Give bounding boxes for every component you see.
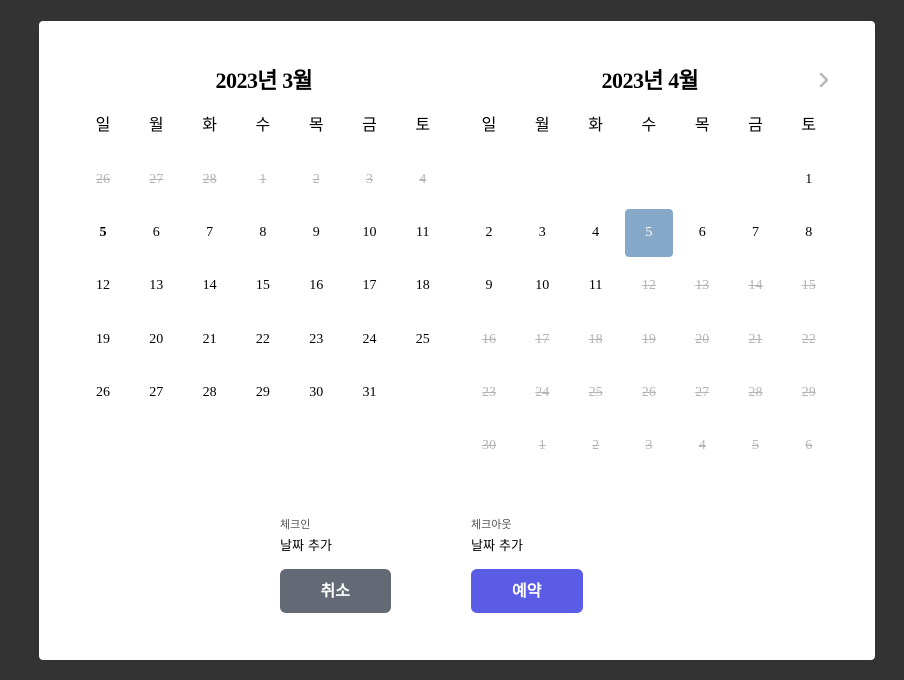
- day-cell[interactable]: 11: [399, 209, 447, 257]
- day-cell: 28: [748, 384, 763, 400]
- day-cell[interactable]: 23: [292, 316, 340, 364]
- day-cell: 18: [588, 331, 603, 347]
- day-cell: 4: [419, 172, 427, 187]
- day-cell: 25: [588, 384, 603, 400]
- weekday-label: 화: [202, 115, 217, 134]
- day-cell: 30: [482, 438, 496, 453]
- day-cell: 5: [752, 438, 759, 453]
- day-cell[interactable]: 13: [132, 262, 180, 310]
- day-cell[interactable]: 27: [132, 369, 180, 417]
- day-cell[interactable]: 6: [132, 209, 180, 257]
- day-cell: 24: [535, 384, 550, 400]
- day-cell: 29: [801, 384, 816, 400]
- day-cell[interactable]: 29: [239, 369, 287, 417]
- weekday-label: 금: [362, 115, 377, 134]
- day-cell[interactable]: 22: [239, 316, 287, 364]
- day-cell: 26: [641, 384, 656, 400]
- day-cell[interactable]: 20: [132, 316, 180, 364]
- day-cell[interactable]: 15: [239, 262, 287, 310]
- day-cell[interactable]: 26: [79, 369, 127, 417]
- day-cell: 21: [748, 331, 763, 347]
- day-cell[interactable]: 3: [518, 209, 566, 257]
- day-cell: 1: [259, 172, 267, 187]
- chevron-right-icon: [819, 72, 829, 88]
- day-cell: 16: [482, 331, 496, 347]
- day-cell: 13: [695, 278, 710, 294]
- day-cell[interactable]: 25: [399, 316, 447, 364]
- weekday-label: 일: [95, 115, 111, 134]
- weekday-label: 월: [148, 115, 164, 134]
- day-cell[interactable]: 1: [785, 156, 833, 204]
- date-picker-modal: 2023년 3월 일월화수목금토 26 27 28 1 2 3 4 5 6 7 8 9 10 11 12 13…: [39, 21, 875, 660]
- month-title: 2023년 3월: [215, 68, 313, 93]
- reserve-button[interactable]: 예약: [471, 569, 583, 613]
- day-cell[interactable]: 14: [186, 262, 234, 310]
- day-cell[interactable]: 31: [346, 369, 394, 417]
- day-cell: 3: [645, 438, 653, 453]
- day-cell[interactable]: 18: [399, 262, 447, 310]
- day-cell: 1: [538, 438, 546, 453]
- day-cell[interactable]: 5: [79, 209, 127, 257]
- day-cell: 17: [535, 331, 550, 347]
- cancel-button[interactable]: 취소: [280, 569, 391, 613]
- weekday-label: 금: [748, 115, 763, 134]
- checkout-value: 날짜 추가: [471, 539, 523, 554]
- day-cell[interactable]: 9: [292, 209, 340, 257]
- day-cell[interactable]: 4: [572, 209, 620, 257]
- next-month-button[interactable]: [815, 71, 833, 89]
- day-cell[interactable]: 12: [79, 262, 127, 310]
- day-cell: 22: [801, 331, 816, 347]
- day-cell: 2: [312, 172, 320, 187]
- day-cell: 23: [482, 384, 496, 400]
- weekday-label: 목: [694, 115, 710, 134]
- day-cell: 28: [202, 172, 217, 187]
- weekday-label: 화: [588, 115, 603, 134]
- checkin-label: 체크인: [280, 518, 311, 531]
- day-cell[interactable]: 10: [518, 262, 566, 310]
- day-cell[interactable]: 10: [346, 209, 394, 257]
- day-cell[interactable]: 7: [732, 209, 780, 257]
- checkin-value: 날짜 추가: [280, 539, 332, 554]
- day-cell: 6: [805, 438, 813, 453]
- day-cell[interactable]: 6: [678, 209, 726, 257]
- weekday-label: 월: [534, 115, 550, 134]
- day-cell[interactable]: 28: [186, 369, 234, 417]
- weekday-label: 일: [481, 115, 497, 134]
- day-cell: 3: [366, 172, 373, 187]
- day-cell[interactable]: 8: [785, 209, 833, 257]
- day-cell[interactable]: 8: [239, 209, 287, 257]
- day-cell: 14: [748, 278, 763, 294]
- day-cell: 26: [96, 172, 110, 187]
- day-cell: 20: [695, 331, 710, 347]
- day-cell: 27: [695, 384, 710, 400]
- weekday-label: 토: [415, 115, 431, 134]
- weekday-label: 수: [255, 115, 271, 134]
- day-cell[interactable]: 24: [346, 316, 394, 364]
- day-cell: 27: [149, 172, 164, 187]
- day-cell: 4: [698, 438, 706, 453]
- day-cell[interactable]: 11: [572, 262, 620, 310]
- day-cell: 12: [641, 278, 656, 294]
- day-cell[interactable]: 19: [79, 316, 127, 364]
- day-cell[interactable]: 21: [186, 316, 234, 364]
- day-cell: 2: [592, 438, 600, 453]
- checkout-field[interactable]: 체크아웃 날짜 추가: [471, 516, 523, 554]
- day-cell[interactable]: 9: [465, 262, 513, 310]
- day-cell-selected[interactable]: 5: [624, 209, 673, 258]
- checkin-field[interactable]: 체크인 날짜 추가: [280, 516, 332, 554]
- weekday-label: 목: [308, 115, 324, 134]
- weekday-label: 토: [801, 115, 817, 134]
- day-cell[interactable]: 16: [292, 262, 340, 310]
- day-cell[interactable]: 17: [346, 262, 394, 310]
- day-cell: 19: [641, 331, 656, 347]
- checkout-label: 체크아웃: [471, 518, 512, 531]
- day-cell[interactable]: 7: [186, 209, 234, 257]
- day-cell[interactable]: 30: [292, 369, 340, 417]
- month-title: 2023년 4월: [601, 68, 699, 93]
- weekday-label: 수: [641, 115, 657, 134]
- day-cell[interactable]: 2: [465, 209, 513, 257]
- day-cell: 15: [801, 278, 816, 294]
